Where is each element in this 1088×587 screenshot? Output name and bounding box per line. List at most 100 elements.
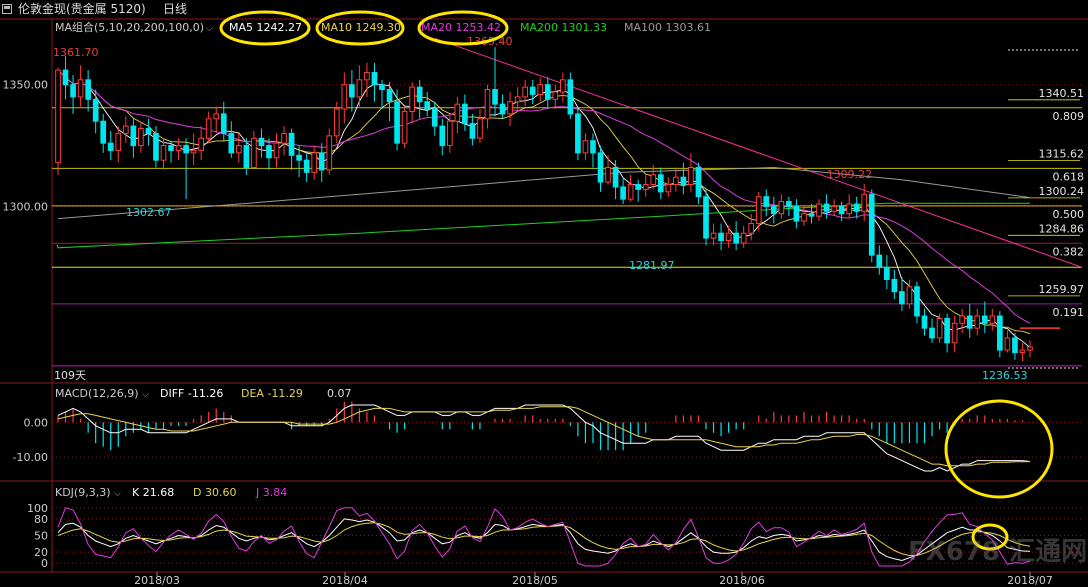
candle-body [77, 79, 84, 98]
kdj-k: K 21.68 [132, 486, 174, 499]
fib-price-label: 1340.51 [1039, 87, 1085, 100]
candle-body [107, 142, 114, 151]
candle-body [665, 184, 672, 193]
candle-body [507, 101, 513, 115]
candle-body [582, 140, 589, 154]
candle-body [552, 91, 559, 100]
candle-body [853, 203, 860, 212]
candle-body [657, 174, 664, 193]
candle-body [469, 123, 476, 139]
candle-body [251, 137, 257, 168]
candle-body [115, 132, 122, 151]
candle-body [997, 315, 1003, 351]
candle-body [371, 72, 378, 86]
kdj-j-line [57, 507, 1031, 567]
candle-body [236, 145, 242, 154]
fib-ratio-label: 0.191 [1053, 306, 1085, 319]
candle-body [718, 232, 724, 242]
candle-body [793, 205, 800, 222]
candle-body [401, 110, 408, 144]
candle-body [650, 174, 657, 186]
candle-body [198, 137, 204, 151]
ma10-line [57, 69, 1031, 335]
candle-body [770, 205, 777, 215]
candle-body [439, 125, 446, 147]
fib-price-label: 1315.62 [1039, 147, 1085, 160]
candle-body [627, 184, 634, 200]
candle-body [966, 315, 973, 329]
candle-body [326, 135, 333, 171]
candle-body [801, 213, 807, 222]
candle-body [462, 103, 468, 125]
ma200-line [56, 202, 1031, 249]
candle-body [846, 203, 852, 215]
candle-body [703, 196, 709, 239]
candle-body [92, 98, 99, 122]
fib-ratio-label: 0.382 [1053, 245, 1085, 258]
x-tick-label: 2018/06 [719, 574, 765, 587]
candle-body [130, 125, 137, 147]
candle-body [921, 315, 928, 329]
watermark: FX678 汇通网 [908, 537, 1087, 567]
chevron-down-icon: ⌵ [114, 489, 121, 499]
candle-body [311, 152, 318, 173]
candle-body [153, 132, 159, 161]
candle-body [544, 84, 551, 100]
y-tick-label: 80 [34, 513, 48, 526]
legend-ma20: MA20 1253.42 [421, 21, 501, 34]
candle-body [281, 132, 287, 144]
candle-body [477, 118, 483, 139]
mark-high-b: 1309.22 [827, 168, 873, 181]
candle-body [680, 176, 687, 186]
candle-body [228, 132, 235, 154]
candle-body [778, 201, 785, 215]
candle-body [944, 317, 950, 344]
candle-body [55, 69, 61, 164]
fib-ratio-label: 0.500 [1053, 208, 1085, 221]
candle-body [145, 128, 152, 134]
candle-body [725, 232, 732, 242]
candle-body [537, 84, 544, 95]
candle-body [974, 315, 981, 329]
candle-body [989, 315, 996, 324]
y-tick-label: 50 [34, 530, 48, 543]
candle-body [205, 118, 212, 139]
candle-body [914, 286, 920, 317]
candle-body [808, 213, 815, 217]
mark-start-price: 1361.70 [53, 46, 99, 59]
x-tick-label: 2018/07 [1007, 574, 1053, 587]
candle-body [748, 222, 755, 234]
candle-body [673, 176, 679, 186]
candle-body [394, 101, 400, 144]
candle-body [138, 128, 144, 147]
diff-line [57, 404, 1031, 472]
candle-body [560, 79, 566, 93]
kdj-label: KDJ(9,3,3) [55, 486, 111, 499]
candle-body [213, 113, 220, 120]
candle-body [1019, 349, 1026, 354]
y-tick-label: 1350.00 [3, 79, 49, 92]
candle-body [620, 186, 626, 200]
candle-body [386, 89, 393, 103]
macd-panel: 0.00 -10.00 MACD(12,26,9) ⌵ DIFF -11.26 DEA -… [13, 387, 1082, 472]
candle-body [884, 266, 890, 280]
y-tick-label: -10.00 [13, 451, 48, 464]
candle-body [710, 232, 717, 239]
macd-value: 0.07 [327, 387, 352, 400]
candle-body [273, 142, 280, 159]
legend-ma200: MA200 1301.33 [520, 21, 607, 34]
candle-body [514, 96, 521, 103]
candle-body [318, 152, 325, 171]
fib-ratio-label: 0.618 [1053, 170, 1085, 183]
candle-body [424, 101, 431, 110]
candle-body [303, 159, 310, 173]
candle-body [1004, 337, 1011, 351]
candle-body [936, 317, 943, 339]
candle-body [349, 84, 355, 98]
candle-body [906, 286, 913, 305]
x-tick-label: 2018/04 [322, 574, 368, 587]
fib-ratio-label: 0.809 [1053, 110, 1085, 123]
legend-ma5: MA5 1242.27 [229, 21, 302, 34]
candle-body [529, 86, 536, 95]
candle-body [642, 184, 649, 190]
